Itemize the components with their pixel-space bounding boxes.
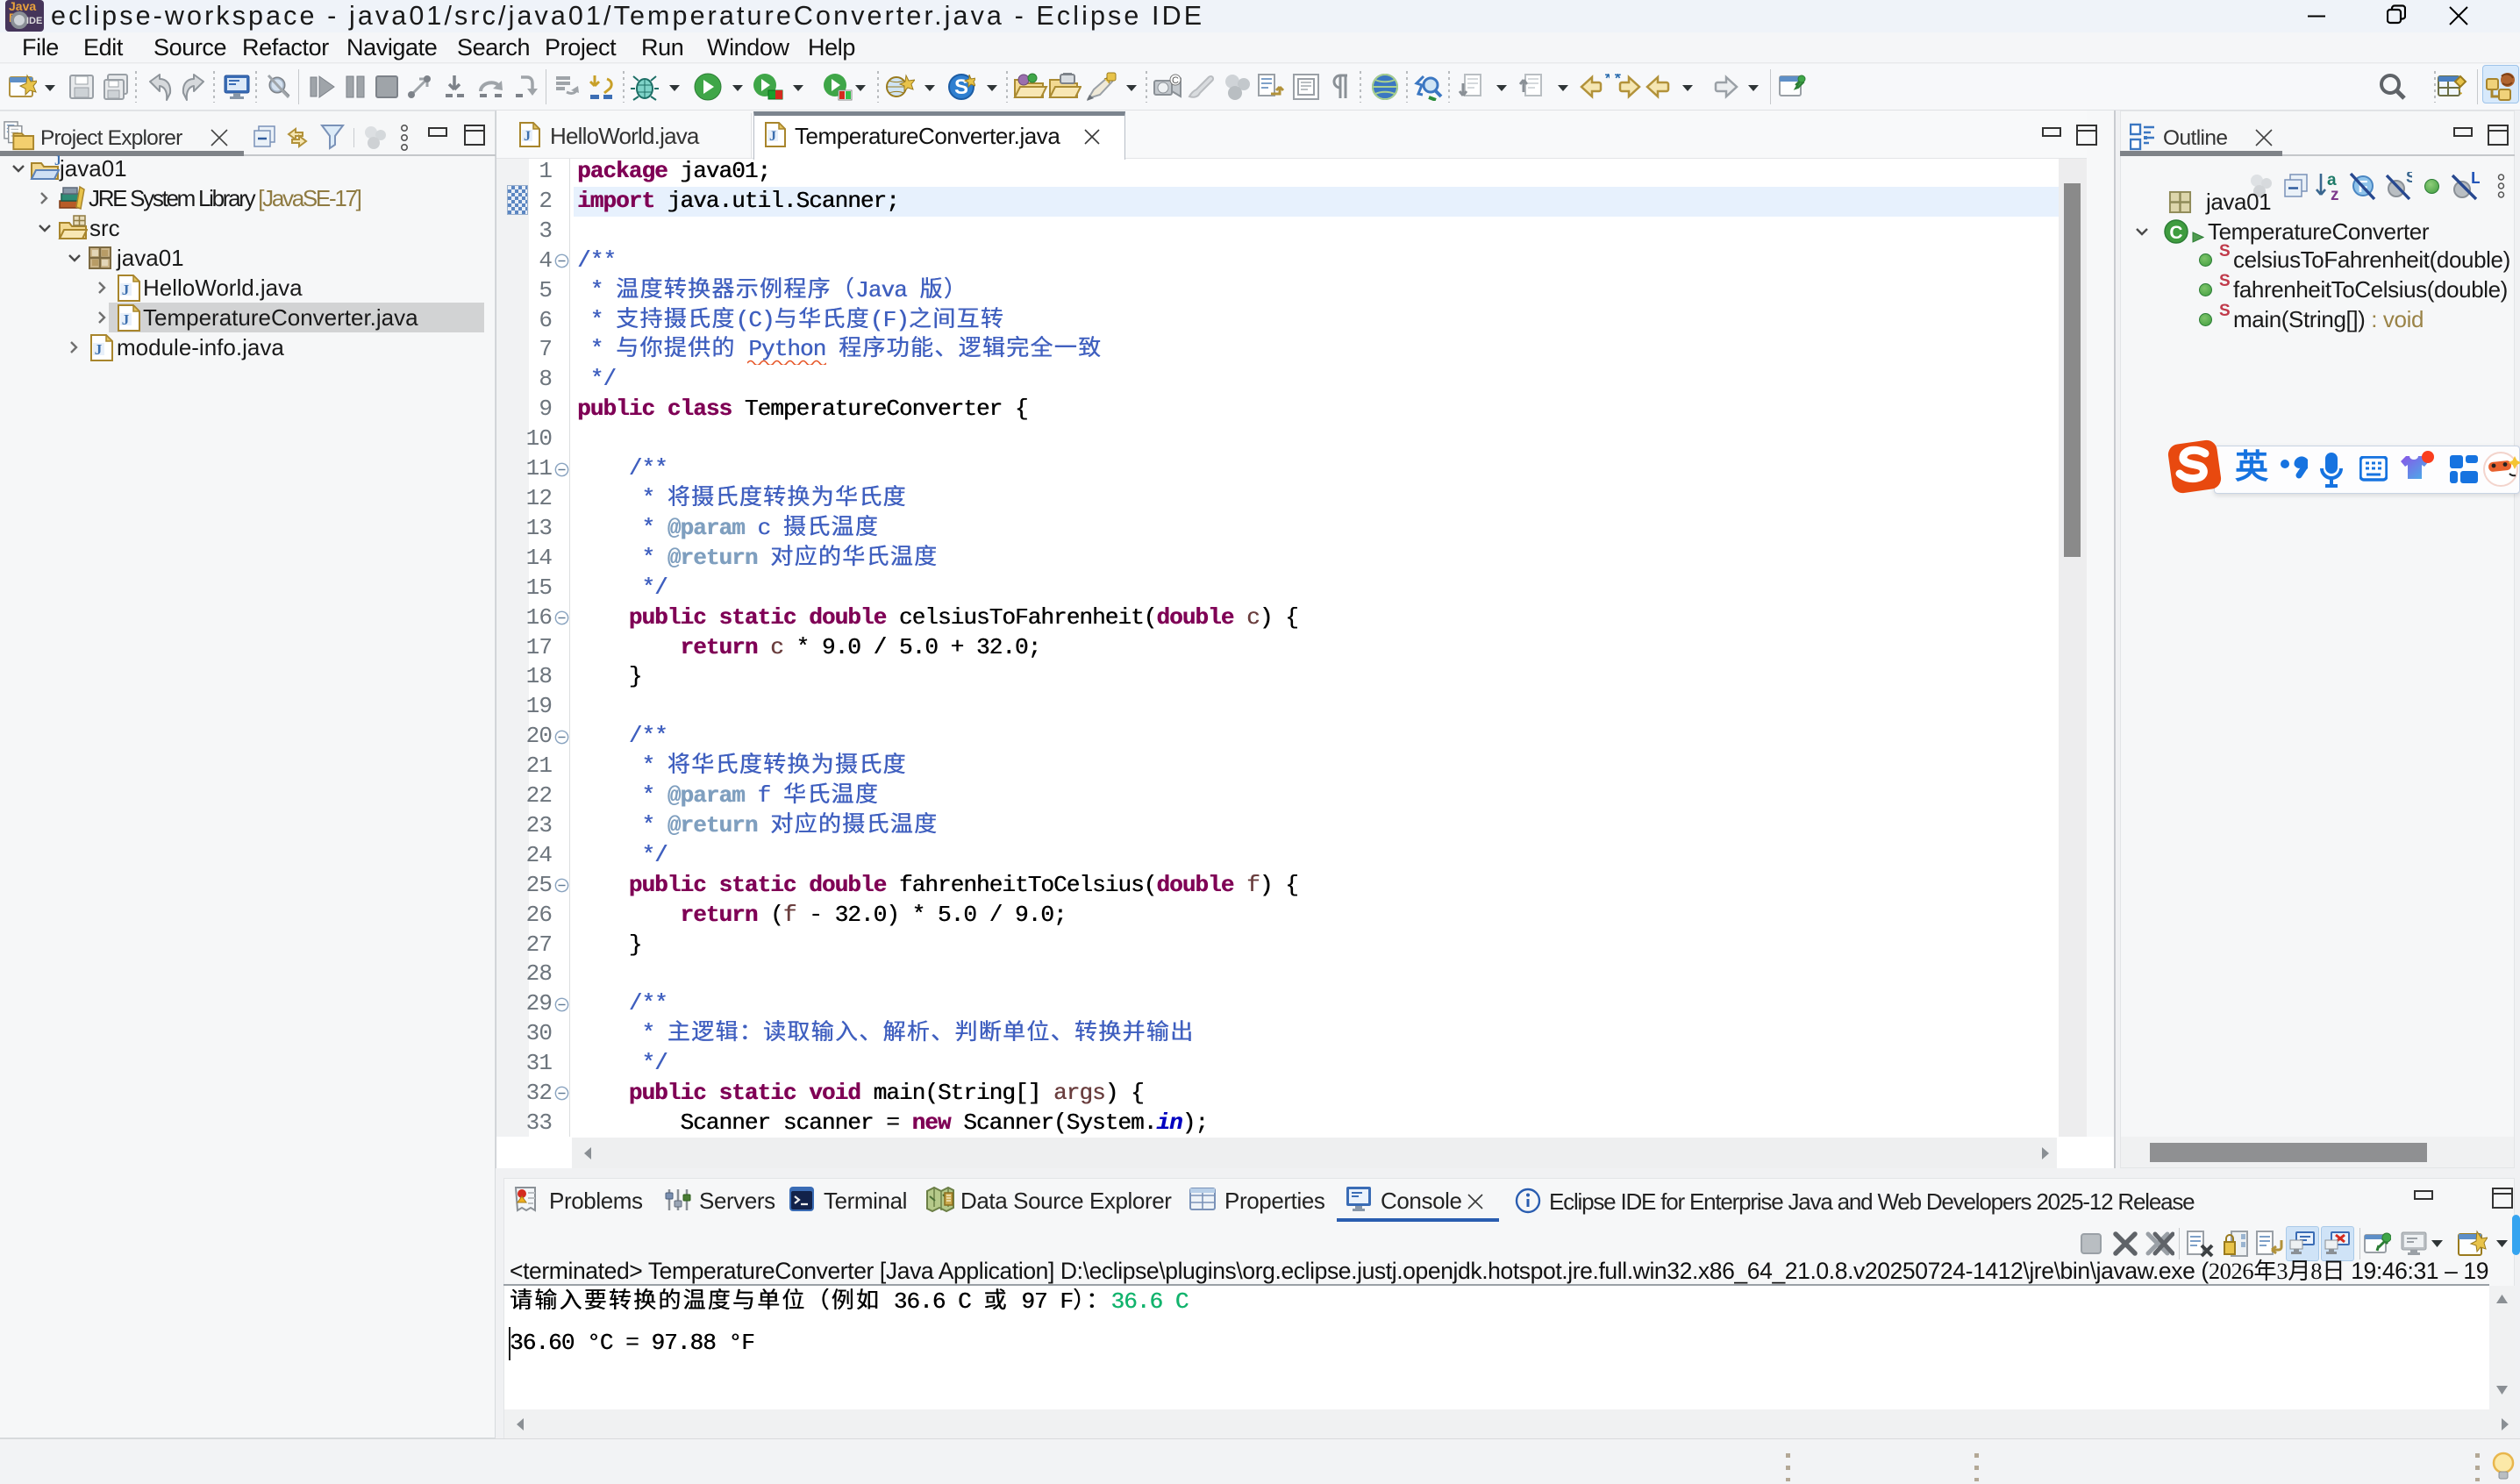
svg-text:L: L (2471, 172, 2480, 188)
svg-text:S: S (954, 75, 968, 99)
svg-text:J: J (95, 341, 103, 358)
svg-text:C: C (2169, 223, 2182, 243)
svg-text:J: J (524, 129, 531, 144)
svg-text:z: z (2331, 186, 2339, 202)
svg-text:J: J (769, 129, 776, 144)
svg-text:*: * (1613, 74, 1623, 89)
svg-text:*: * (1603, 74, 1610, 89)
svg-text:J: J (122, 282, 130, 298)
svg-text:C: C (1172, 75, 1179, 86)
svg-text:S: S (2406, 172, 2412, 186)
svg-text:J: J (122, 311, 130, 328)
